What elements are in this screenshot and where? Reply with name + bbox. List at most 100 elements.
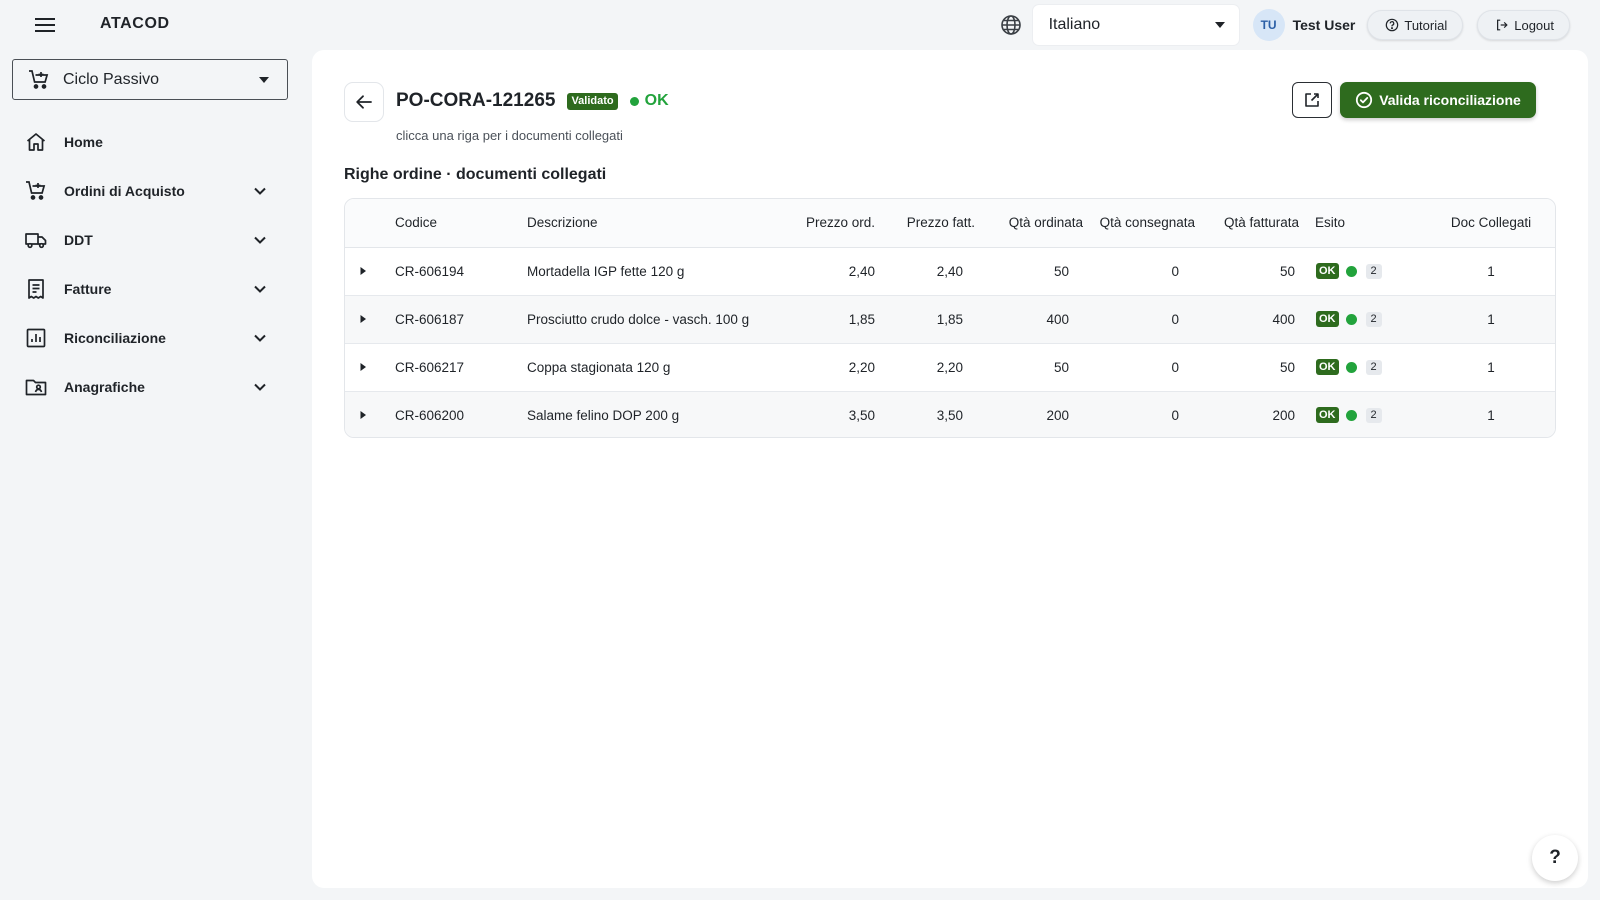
caret-right-icon[interactable] [357,265,395,277]
column-header-codice[interactable]: Codice [395,199,527,248]
sidebar-item-label: Fatture [64,280,112,297]
chevron-down-icon[interactable] [252,379,268,395]
caret-down-icon [1214,22,1225,28]
module-select[interactable]: Ciclo Passivo [12,59,288,100]
cell-qta-consegnata: 0 [1083,295,1195,344]
menu-icon[interactable] [30,13,60,37]
column-header-qta-fatturata[interactable]: Qtà fatturata [1195,199,1305,248]
sidebar-item-anagrafiche[interactable]: Anagrafiche [0,362,300,411]
cell-descrizione: Salame felino DOP 200 g [527,391,795,437]
folder-person-icon [24,375,48,399]
table-header-row: Codice Descrizione Prezzo ord. Prezzo fa… [345,199,1555,248]
main-panel: PO-CORA-121265 Validato OK clicca una ri… [312,50,1588,888]
sidebar-item-label: Riconciliazione [64,329,166,346]
cell-prezzo-ord: 2,40 [795,247,875,296]
status-dot-icon [1345,313,1357,325]
cell-qta-fatturata: 50 [1195,247,1305,296]
cell-prezzo-fatt: 2,40 [875,247,975,296]
cell-codice: CR-606217 [395,343,527,392]
brand-logo: ATACOD [100,15,170,32]
validate-reconciliation-button[interactable]: Valida riconciliazione [1340,82,1536,118]
esito-badge: OK [1316,263,1339,279]
sidebar-item-riconciliazione[interactable]: Riconciliazione [0,313,300,362]
arrow-left-icon [355,93,373,111]
sidebar-item-home[interactable]: Home [0,117,300,166]
header-actions: Italiano TU Test User Tutorial Logout [999,5,1570,45]
status-text: OK [644,92,669,109]
cart-icon [24,179,48,203]
cell-doc-collegati: 1 [1425,343,1555,392]
chevron-down-icon[interactable] [252,232,268,248]
cell-codice: CR-606194 [395,247,527,296]
cell-qta-fatturata: 50 [1195,343,1305,392]
column-header-descrizione[interactable]: Descrizione [527,199,795,248]
column-header-prezzo-fatt[interactable]: Prezzo fatt. [875,199,975,248]
esito-count-badge: 2 [1365,407,1382,423]
table-row[interactable]: CR-606200 Salame felino DOP 200 g 3,50 3… [345,391,1555,437]
validate-reconciliation-label: Valida riconciliazione [1379,92,1521,108]
table-row[interactable]: CR-606217 Coppa stagionata 120 g 2,20 2,… [345,343,1555,392]
sidebar-item-label: Anagrafiche [64,378,145,395]
avatar[interactable]: TU [1252,9,1285,41]
report-icon [24,326,48,350]
home-icon [24,130,48,154]
logout-button[interactable]: Logout [1477,10,1570,40]
esito-count-badge: 2 [1365,263,1382,279]
cell-qta-consegnata: 0 [1083,247,1195,296]
tutorial-button[interactable]: Tutorial [1367,10,1464,40]
table-row[interactable]: CR-606187 Prosciutto crudo dolce - vasch… [345,295,1555,344]
cell-qta-ordinata: 50 [975,247,1083,296]
sidebar-item-label: DDT [64,231,93,248]
help-button[interactable]: ? [1532,835,1578,881]
cell-qta-ordinata: 200 [975,391,1083,437]
user-name: Test User [1292,17,1356,33]
caret-right-icon[interactable] [357,313,395,325]
invoice-icon [24,277,48,301]
chevron-down-icon[interactable] [252,183,268,199]
section-title: Righe ordine · documenti collegati [344,166,607,183]
table-row[interactable]: CR-606194 Mortadella IGP fette 120 g 2,4… [345,247,1555,296]
esito-cell: OK 2 [1315,263,1425,279]
esito-badge: OK [1316,407,1339,424]
cell-qta-consegnata: 0 [1083,343,1195,392]
status-dot-icon [1345,409,1357,421]
chevron-down-icon[interactable] [252,330,268,346]
column-header-qta-ordinata[interactable]: Qtà ordinata [975,199,1083,248]
column-header-qta-consegnata[interactable]: Qtà consegnata [1083,199,1195,248]
external-link-icon [1303,91,1321,109]
sidebar-item-label: Home [64,133,103,150]
cell-prezzo-fatt: 1,85 [875,295,975,344]
status-dot-icon [1345,361,1357,373]
globe-icon [999,13,1023,37]
top-bar: ATACOD Italiano TU Test User Tutorial Lo… [0,0,1600,50]
sidebar-item-fatture[interactable]: Fatture [0,264,300,313]
esito-cell: OK 2 [1315,311,1425,327]
chevron-down-icon[interactable] [252,281,268,297]
cell-doc-collegati: 1 [1425,295,1555,344]
cell-doc-collegati: 1 [1425,247,1555,296]
language-select-value: Italiano [1048,16,1101,33]
open-external-button[interactable] [1292,82,1332,118]
cell-qta-fatturata: 400 [1195,295,1305,344]
column-header-prezzo-ord[interactable]: Prezzo ord. [795,199,875,248]
cell-qta-ordinata: 50 [975,343,1083,392]
column-header-expand [345,199,395,248]
sidebar-item-ddt[interactable]: DDT [0,215,300,264]
tutorial-label: Tutorial [1404,17,1448,33]
cell-qta-consegnata: 0 [1083,391,1195,437]
column-header-doc-collegati[interactable]: Doc Collegati [1425,199,1555,248]
back-button[interactable] [344,82,384,122]
cell-qta-ordinata: 400 [975,295,1083,344]
column-header-esito[interactable]: Esito [1305,199,1425,248]
cell-prezzo-fatt: 3,50 [875,391,975,437]
caret-right-icon[interactable] [357,361,395,373]
sidebar-item-ordini-di-acquisto[interactable]: Ordini di Acquisto [0,166,300,215]
language-select[interactable]: Italiano [1032,5,1239,45]
cell-descrizione: Mortadella IGP fette 120 g [527,247,795,296]
esito-count-badge: 2 [1365,359,1382,375]
esito-badge: OK [1316,311,1339,327]
cart-icon [27,68,51,92]
caret-right-icon[interactable] [357,409,395,421]
check-circle-icon [1355,91,1373,109]
esito-cell: OK 2 [1315,407,1425,424]
